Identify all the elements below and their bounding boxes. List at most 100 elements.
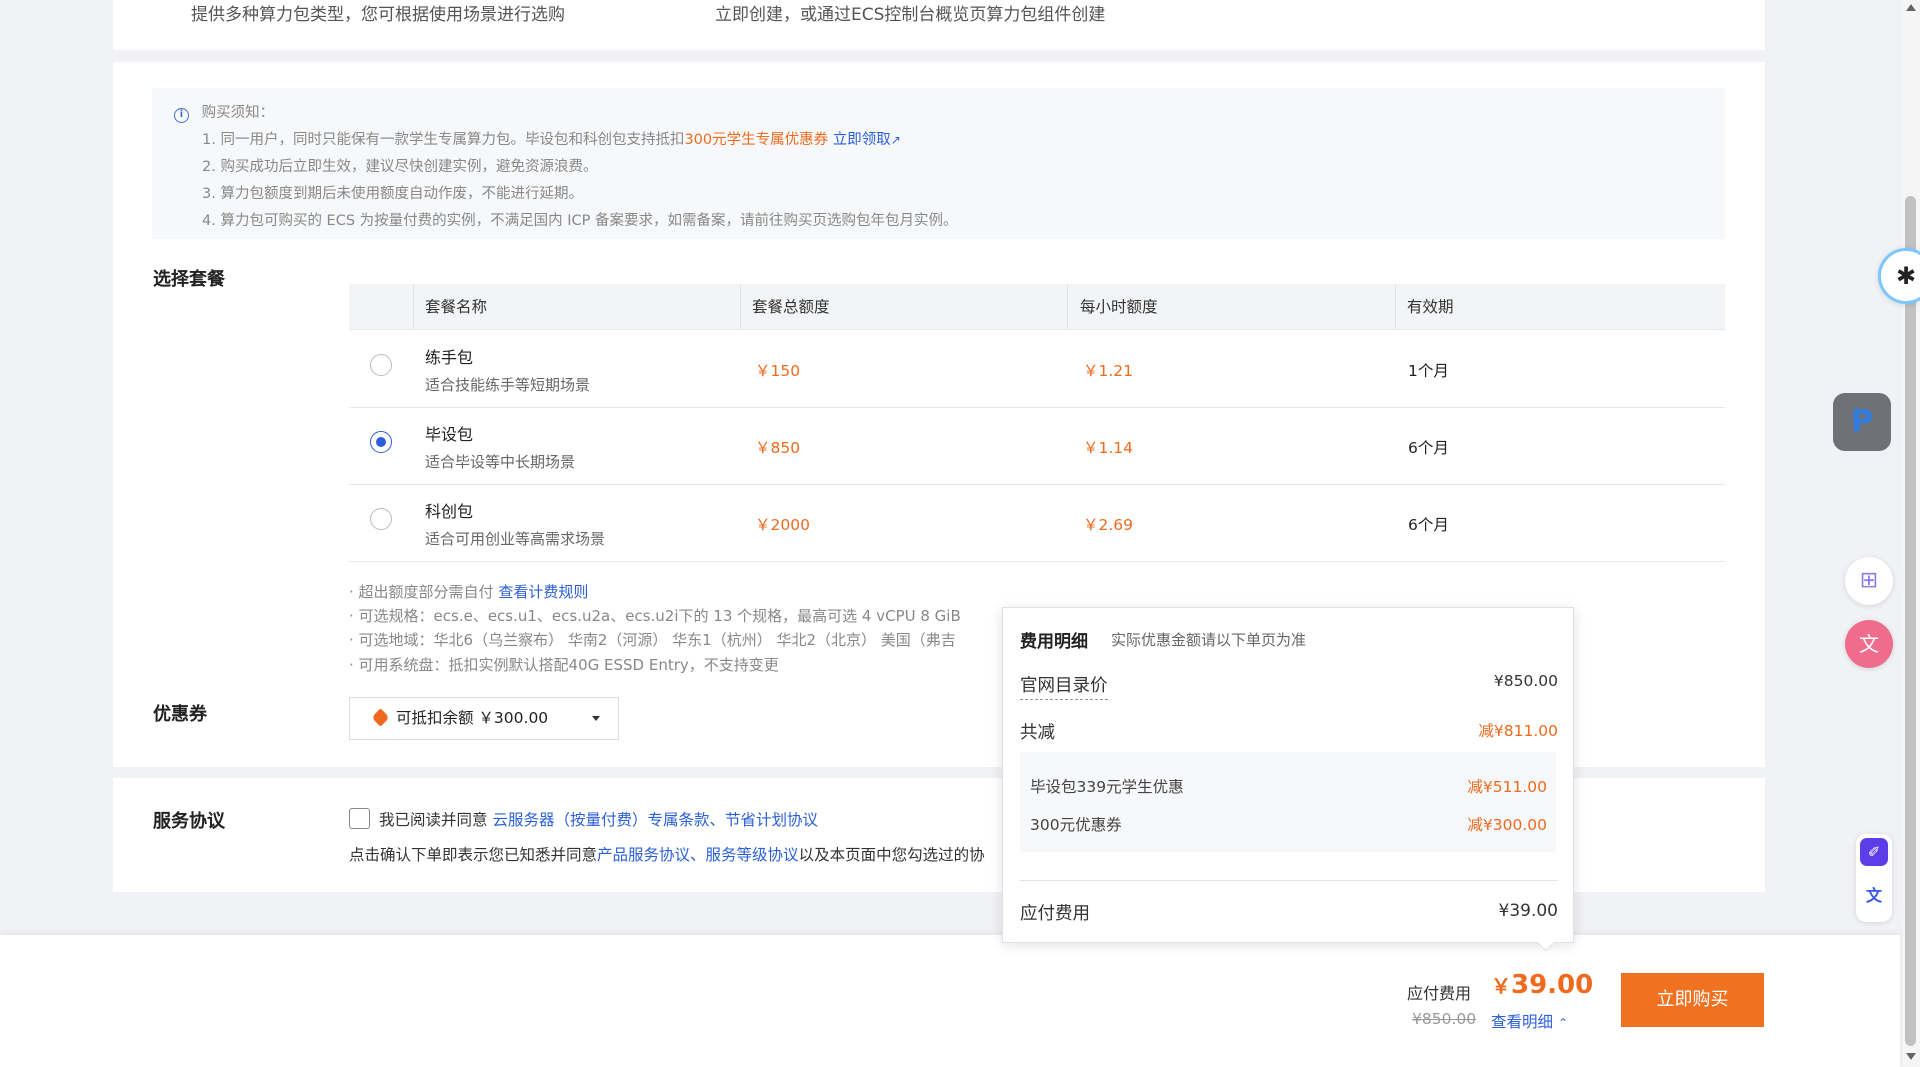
notice-item-4: 4. 算力包可购买的 ECS 为按量付费的实例，不满足国内 ICP 备案要求，如… [202, 213, 958, 229]
info-icon: i [174, 108, 189, 123]
row-divider [349, 484, 1725, 485]
header-total-quota: 套餐总额度 [752, 298, 830, 316]
product-agreement-link[interactable]: 产品服务协议 [597, 846, 690, 864]
coupon-highlight: 300元学生专属优惠券 [684, 132, 829, 148]
list-price-value: ¥850.00 [1493, 672, 1558, 690]
package-name: 毕设包 [425, 425, 474, 444]
confirm-line: 点击确认下单即表示您已知悉并同意产品服务协议、服务等级协议以及本页面中您勾选过的… [349, 843, 985, 865]
spec-system-disk: · 可用系统盘：抵扣实例默认搭配40G ESSD Entry，不支持变更 [349, 656, 779, 674]
coupon-value: 可抵扣余额 ￥300.00 [396, 709, 549, 727]
package-hourly: ￥1.14 [1083, 439, 1134, 457]
package-desc: 适合可用创业等高需求场景 [425, 530, 606, 548]
package-desc: 适合毕设等中长期场景 [425, 453, 576, 471]
payable-amount: 39.00 [1511, 970, 1594, 1000]
notice-item-1-text: 1. 同一用户，同时只能保有一款学生专属算力包。毕设包和科创包支持抵扣 [202, 132, 685, 148]
agree-prefix: 我已阅读并同意 [379, 811, 488, 829]
agree-separator: 、 [709, 811, 725, 829]
list-price-label[interactable]: 官网目录价 [1020, 672, 1108, 700]
header-divider [740, 284, 741, 330]
popover-payable-value: ¥39.00 [1498, 901, 1558, 921]
scrollbar-thumb[interactable] [1905, 196, 1916, 1046]
confirm-suffix: 以及本页面中您勾选过的协 [798, 846, 985, 864]
chat-icon[interactable]: ✐ [1860, 838, 1888, 866]
chevron-up-icon: ⌃ [1557, 1016, 1569, 1030]
total-discount-label: 共减 [1020, 723, 1055, 743]
assistant-avatar-icon[interactable]: ✱ [1878, 248, 1920, 304]
scroll-up-icon[interactable] [1906, 4, 1916, 11]
header-divider [1067, 284, 1068, 330]
claim-coupon-link[interactable]: 立即领取↗ [833, 132, 901, 148]
package-validity: 6个月 [1408, 516, 1449, 534]
header-divider [1395, 284, 1396, 330]
notice-item-2: 2. 购买成功后立即生效，建议尽快创建实例，避免资源浪费。 [202, 159, 598, 175]
agree-checkbox[interactable] [349, 808, 370, 829]
discount-breakdown [1020, 752, 1556, 852]
discount-item-label: 毕设包339元学生优惠 [1030, 778, 1184, 796]
external-link-icon: ↗ [890, 133, 901, 147]
spec-regions: · 可选地域：华北6（乌兰察布） 华南2（河源） 华东1（杭州） 华北2（北京）… [349, 631, 956, 649]
savings-plan-link[interactable]: 节省计划协议 [725, 811, 818, 829]
bottom-bar [0, 935, 1900, 1067]
popover-title: 费用明细 [1020, 632, 1088, 652]
coupon-section-label: 优惠券 [153, 704, 207, 725]
chevron-down-icon [592, 716, 600, 721]
package-total: ￥850 [755, 439, 801, 457]
service-section-label: 服务协议 [153, 811, 225, 832]
notice-item-1: 1. 同一用户，同时只能保有一款学生专属算力包。毕设包和科创包支持抵扣300元学… [202, 128, 901, 149]
package-validity: 1个月 [1408, 362, 1449, 380]
header-divider [413, 284, 414, 330]
package-name: 科创包 [425, 502, 474, 521]
package-total: ￥2000 [755, 516, 810, 534]
package-radio-innovation[interactable] [370, 508, 392, 530]
view-detail-link[interactable]: 查看明细 ⌃ [1491, 1010, 1568, 1032]
package-radio-practice[interactable] [370, 354, 392, 376]
header-validity: 有效期 [1407, 298, 1454, 316]
p-app-icon[interactable]: P [1833, 393, 1891, 451]
notice-title-row: i 购买须知： [174, 101, 274, 123]
billing-rules-link[interactable]: 查看计费规则 [498, 583, 588, 601]
package-validity: 6个月 [1408, 439, 1449, 457]
spec-instance-types: · 可选规格：ecs.e、ecs.u1、ecs.u2a、ecs.u2i下的 13… [349, 607, 961, 625]
notice-item-3: 3. 算力包额度到期后未使用额度自动作废，不能进行延期。 [202, 186, 583, 202]
spec-billing-line: · 超出额度部分需自付 查看计费规则 [349, 581, 588, 602]
header-hourly-quota: 每小时额度 [1080, 298, 1158, 316]
translate-icon[interactable]: 文 [1860, 882, 1888, 910]
popover-payable-label: 应付费用 [1020, 904, 1090, 924]
package-section-label: 选择套餐 [153, 269, 225, 290]
translate-bubble-icon[interactable]: 文 [1845, 620, 1893, 668]
package-name: 练手包 [425, 348, 474, 367]
notice-title: 购买须知： [201, 105, 275, 121]
original-price: ¥850.00 [1412, 1010, 1477, 1028]
buy-now-button[interactable]: 立即购买 [1621, 973, 1764, 1027]
package-total: ￥150 [755, 362, 801, 380]
package-hourly: ￥1.21 [1083, 362, 1134, 380]
bottom-payable-amount: ￥39.00 [1491, 970, 1593, 1000]
confirm-separator: 、 [690, 846, 706, 864]
header-package-name: 套餐名称 [425, 298, 488, 316]
apps-grid-icon[interactable]: ⊞ [1845, 557, 1893, 605]
agree-line: 我已阅读并同意 云服务器（按量付费）专属条款、节省计划协议 [379, 808, 818, 830]
discount-item-value: 减¥511.00 [1467, 778, 1547, 796]
sla-link[interactable]: 服务等级协议 [706, 846, 799, 864]
package-table-header: 套餐名称 套餐总额度 每小时额度 有效期 [349, 284, 1725, 330]
discount-item-value: 减¥300.00 [1467, 816, 1547, 834]
package-desc: 适合技能练手等短期场景 [425, 376, 591, 394]
package-hourly: ￥2.69 [1083, 516, 1134, 534]
scroll-down-icon[interactable] [1906, 1053, 1916, 1060]
row-divider [349, 407, 1725, 408]
discount-item-label: 300元优惠券 [1030, 816, 1122, 834]
package-radio-graduation[interactable] [370, 431, 392, 453]
confirm-prefix: 点击确认下单即表示您已知悉并同意 [349, 846, 598, 864]
top-left-text: 提供多种算力包类型，您可根据使用场景进行选购 [191, 5, 565, 25]
row-divider [349, 561, 1725, 562]
popover-divider [1020, 880, 1558, 881]
claim-coupon-link-label: 立即领取 [832, 132, 891, 148]
coupon-tag-icon [371, 708, 390, 727]
ecs-terms-link[interactable]: 云服务器（按量付费）专属条款 [492, 811, 709, 829]
spec-billing-text: · 超出额度部分需自付 [349, 583, 494, 601]
coupon-select[interactable]: 可抵扣余额 ￥300.00 [349, 697, 619, 740]
popover-subtitle: 实际优惠金额请以下单页为准 [1111, 631, 1307, 649]
bottom-payable-label: 应付费用 [1407, 984, 1472, 1003]
top-right-text: 立即创建，或通过ECS控制台概览页算力包组件创建 [715, 5, 1106, 25]
total-discount-value: 减¥811.00 [1478, 722, 1558, 740]
